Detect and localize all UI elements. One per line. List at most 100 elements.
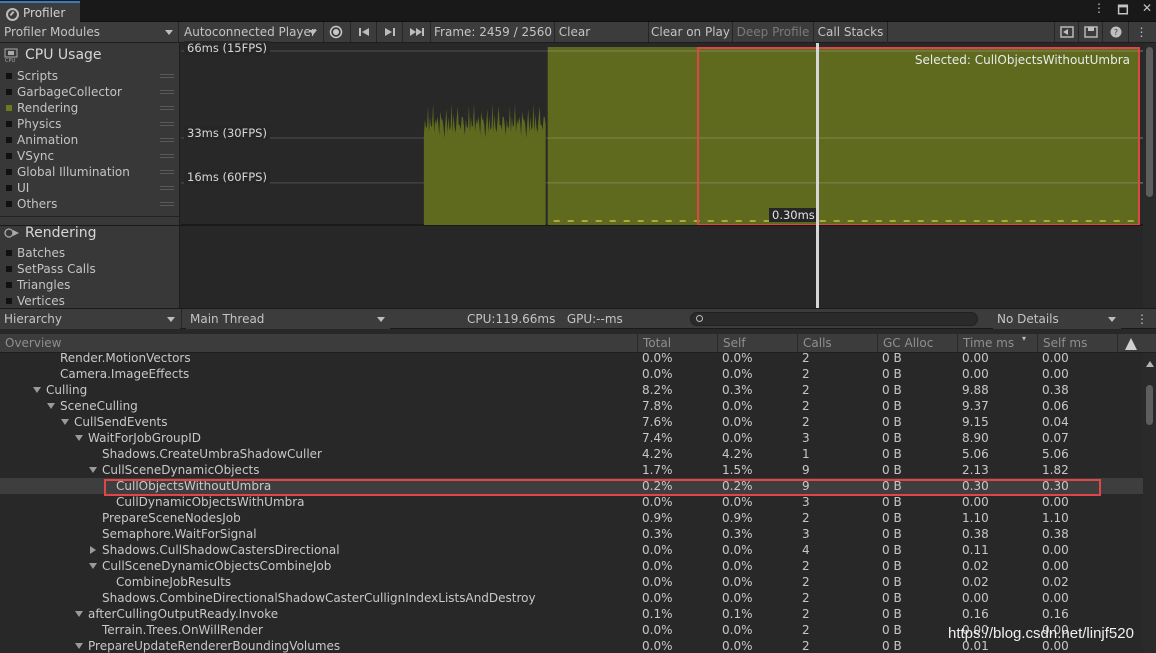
thread-dropdown[interactable]: Main Thread	[186, 309, 390, 329]
rendering-chart[interactable]	[181, 226, 1143, 308]
profiler-modules-dropdown[interactable]: Profiler Modules	[0, 22, 178, 42]
cell-total: 0.3%	[642, 527, 673, 541]
table-row[interactable]: Camera.ImageEffects 0.0% 0.0% 2 0 B 0.00 0.00	[0, 366, 1143, 382]
cpu-item[interactable]: Scripts	[0, 68, 179, 84]
cpu-item[interactable]: Rendering	[0, 100, 179, 116]
drag-handle-icon[interactable]	[160, 74, 174, 78]
maximize-icon[interactable]: 🗖	[1116, 1, 1130, 22]
player-dropdown[interactable]: Autoconnected Player	[180, 22, 322, 42]
expanded-arrow-icon[interactable]	[60, 414, 70, 430]
table-row[interactable]: Shadows.CreateUmbraShadowCuller 4.2% 4.2% 1…	[0, 446, 1143, 462]
table-row[interactable]: SceneCulling 7.8% 0.0% 2 0 B 9.37 0.06	[0, 398, 1143, 414]
drag-handle-icon[interactable]	[160, 170, 174, 174]
record-button[interactable]	[323, 22, 347, 42]
cpu-item[interactable]: UI	[0, 180, 179, 196]
drag-handle-icon[interactable]	[160, 186, 174, 190]
load-button[interactable]	[1054, 22, 1078, 42]
expanded-arrow-icon[interactable]	[74, 430, 84, 446]
legend-swatch	[6, 169, 12, 175]
legend-label: Batches	[17, 246, 66, 260]
cell-self: 0.1%	[722, 607, 753, 621]
next-frame-button[interactable]	[376, 22, 402, 42]
warning-icon	[1125, 338, 1137, 350]
options-button[interactable]: ⋮	[1128, 22, 1154, 42]
table-row[interactable]: PrepareSceneNodesJob 0.9% 0.9% 2 0 B 1.10 1.10	[0, 510, 1143, 526]
cpu-usage-title: CPU Usage	[25, 47, 102, 63]
rendering-item[interactable]: Batches	[0, 245, 179, 261]
help-button[interactable]: ?	[1102, 22, 1128, 42]
legend-label: Physics	[17, 117, 62, 131]
collapsed-arrow-icon[interactable]	[88, 542, 98, 558]
rendering-item[interactable]: SetPass Calls	[0, 261, 179, 277]
expanded-arrow-icon[interactable]	[74, 638, 84, 653]
cell-calls: 2	[802, 559, 810, 573]
hierarchy-scrollbar-thumb[interactable]	[1146, 385, 1153, 425]
legend-label: Vertices	[17, 294, 65, 308]
chevron-down-icon	[165, 30, 173, 35]
clear-on-play-button[interactable]: Clear on Play	[648, 22, 732, 42]
hierarchy-scrollbar[interactable]	[1143, 353, 1156, 653]
table-row[interactable]: CullSceneDynamicObjects 1.7% 1.5% 9 0 B 2.13 1…	[0, 462, 1143, 478]
legend-swatch	[6, 153, 12, 159]
expanded-arrow-icon[interactable]	[74, 606, 84, 622]
drag-handle-icon[interactable]	[160, 154, 174, 158]
clear-on-play-label: Clear on Play	[651, 25, 730, 39]
modules-scrollbar[interactable]	[1143, 43, 1156, 308]
legend-swatch	[6, 298, 12, 304]
drag-handle-icon[interactable]	[160, 138, 174, 142]
svg-text:CPU: CPU	[5, 58, 16, 62]
save-button[interactable]	[1078, 22, 1102, 42]
cell-selfms: 0.04	[1042, 415, 1069, 429]
expanded-arrow-icon[interactable]	[46, 398, 56, 414]
cell-time: 2.13	[962, 463, 989, 477]
table-row[interactable]: Render.MotionVectors 0.0% 0.0% 2 0 B 0.00 0.00	[0, 351, 1143, 366]
table-row[interactable]: WaitForJobGroupID 7.4% 0.0% 3 0 B 8.90 0.07	[0, 430, 1143, 446]
expanded-arrow-icon[interactable]	[88, 462, 98, 478]
first-frame-button[interactable]	[350, 22, 376, 42]
drag-handle-icon[interactable]	[160, 202, 174, 206]
hierarchy-options-button[interactable]: ⋮	[1130, 309, 1154, 329]
close-icon[interactable]: ✕	[1140, 1, 1154, 22]
rendering-item[interactable]: Triangles	[0, 277, 179, 293]
table-row[interactable]: Semaphore.WaitForSignal 0.3% 0.3% 3 0 B 0.38 0…	[0, 526, 1143, 542]
table-row[interactable]: CullDynamicObjectsWithUmbra 0.0% 0.0% 3 0 B 0…	[0, 494, 1143, 510]
frame-cursor-line[interactable]	[816, 43, 819, 308]
search-icon	[696, 315, 703, 322]
hierarchy-search-input[interactable]	[690, 312, 978, 326]
cpu-item[interactable]: Others	[0, 196, 179, 212]
table-row[interactable]: Culling 8.2% 0.3% 2 0 B 9.88 0.38	[0, 382, 1143, 398]
frame-counter: Frame: 2459 / 2560	[430, 22, 554, 42]
drag-handle-icon[interactable]	[160, 106, 174, 110]
cpu-item[interactable]: Global Illumination	[0, 164, 179, 180]
drag-handle-icon[interactable]	[160, 122, 174, 126]
modules-scrollbar-thumb[interactable]	[1146, 47, 1153, 197]
details-dropdown[interactable]: No Details	[993, 309, 1121, 329]
expanded-arrow-icon[interactable]	[32, 382, 42, 398]
cpu-item[interactable]: GarbageCollector	[0, 84, 179, 100]
table-row[interactable]: CullSceneDynamicObjectsCombineJob 0.0% 0.0…	[0, 558, 1143, 574]
table-row[interactable]: Shadows.CombineDirectionalShadowCasterCu…	[0, 590, 1143, 606]
cpu-item[interactable]: Animation	[0, 132, 179, 148]
tab-profiler[interactable]: Profiler	[0, 1, 80, 22]
cpu-usage-chart[interactable]: 66ms (15FPS) 33ms (30FPS) 16ms (60FPS) S…	[181, 41, 1143, 226]
table-row[interactable]: CullSendEvents 7.6% 0.0% 2 0 B 9.15 0.04	[0, 414, 1143, 430]
scroll-up-icon[interactable]	[1146, 361, 1154, 367]
more-icon[interactable]: ⋮	[1092, 1, 1106, 22]
chevron-down-icon	[1108, 317, 1116, 322]
cpu-usage-module-header[interactable]: CPU CPU Usage	[0, 43, 179, 67]
table-row[interactable]: Shadows.CullShadowCastersDirectional 0.0%…	[0, 542, 1143, 558]
table-row[interactable]: afterCullingOutputReady.Invoke 0.1% 0.1% 2 0…	[0, 606, 1143, 622]
drag-handle-icon[interactable]	[160, 90, 174, 94]
call-stacks-button[interactable]: Call Stacks	[813, 22, 887, 42]
last-frame-button[interactable]	[402, 22, 430, 42]
cell-time: 0.16	[962, 607, 989, 621]
cell-calls: 3	[802, 527, 810, 541]
view-mode-dropdown[interactable]: Hierarchy	[0, 309, 180, 329]
rendering-item[interactable]: Vertices	[0, 293, 179, 308]
cpu-item[interactable]: VSync	[0, 148, 179, 164]
deep-profile-button[interactable]: Deep Profile	[732, 22, 813, 42]
cpu-item[interactable]: Physics	[0, 116, 179, 132]
expanded-arrow-icon[interactable]	[88, 558, 98, 574]
table-row[interactable]: CombineJobResults 0.0% 0.0% 2 0 B 0.02 0.02	[0, 574, 1143, 590]
clear-button[interactable]: Clear	[554, 22, 594, 42]
